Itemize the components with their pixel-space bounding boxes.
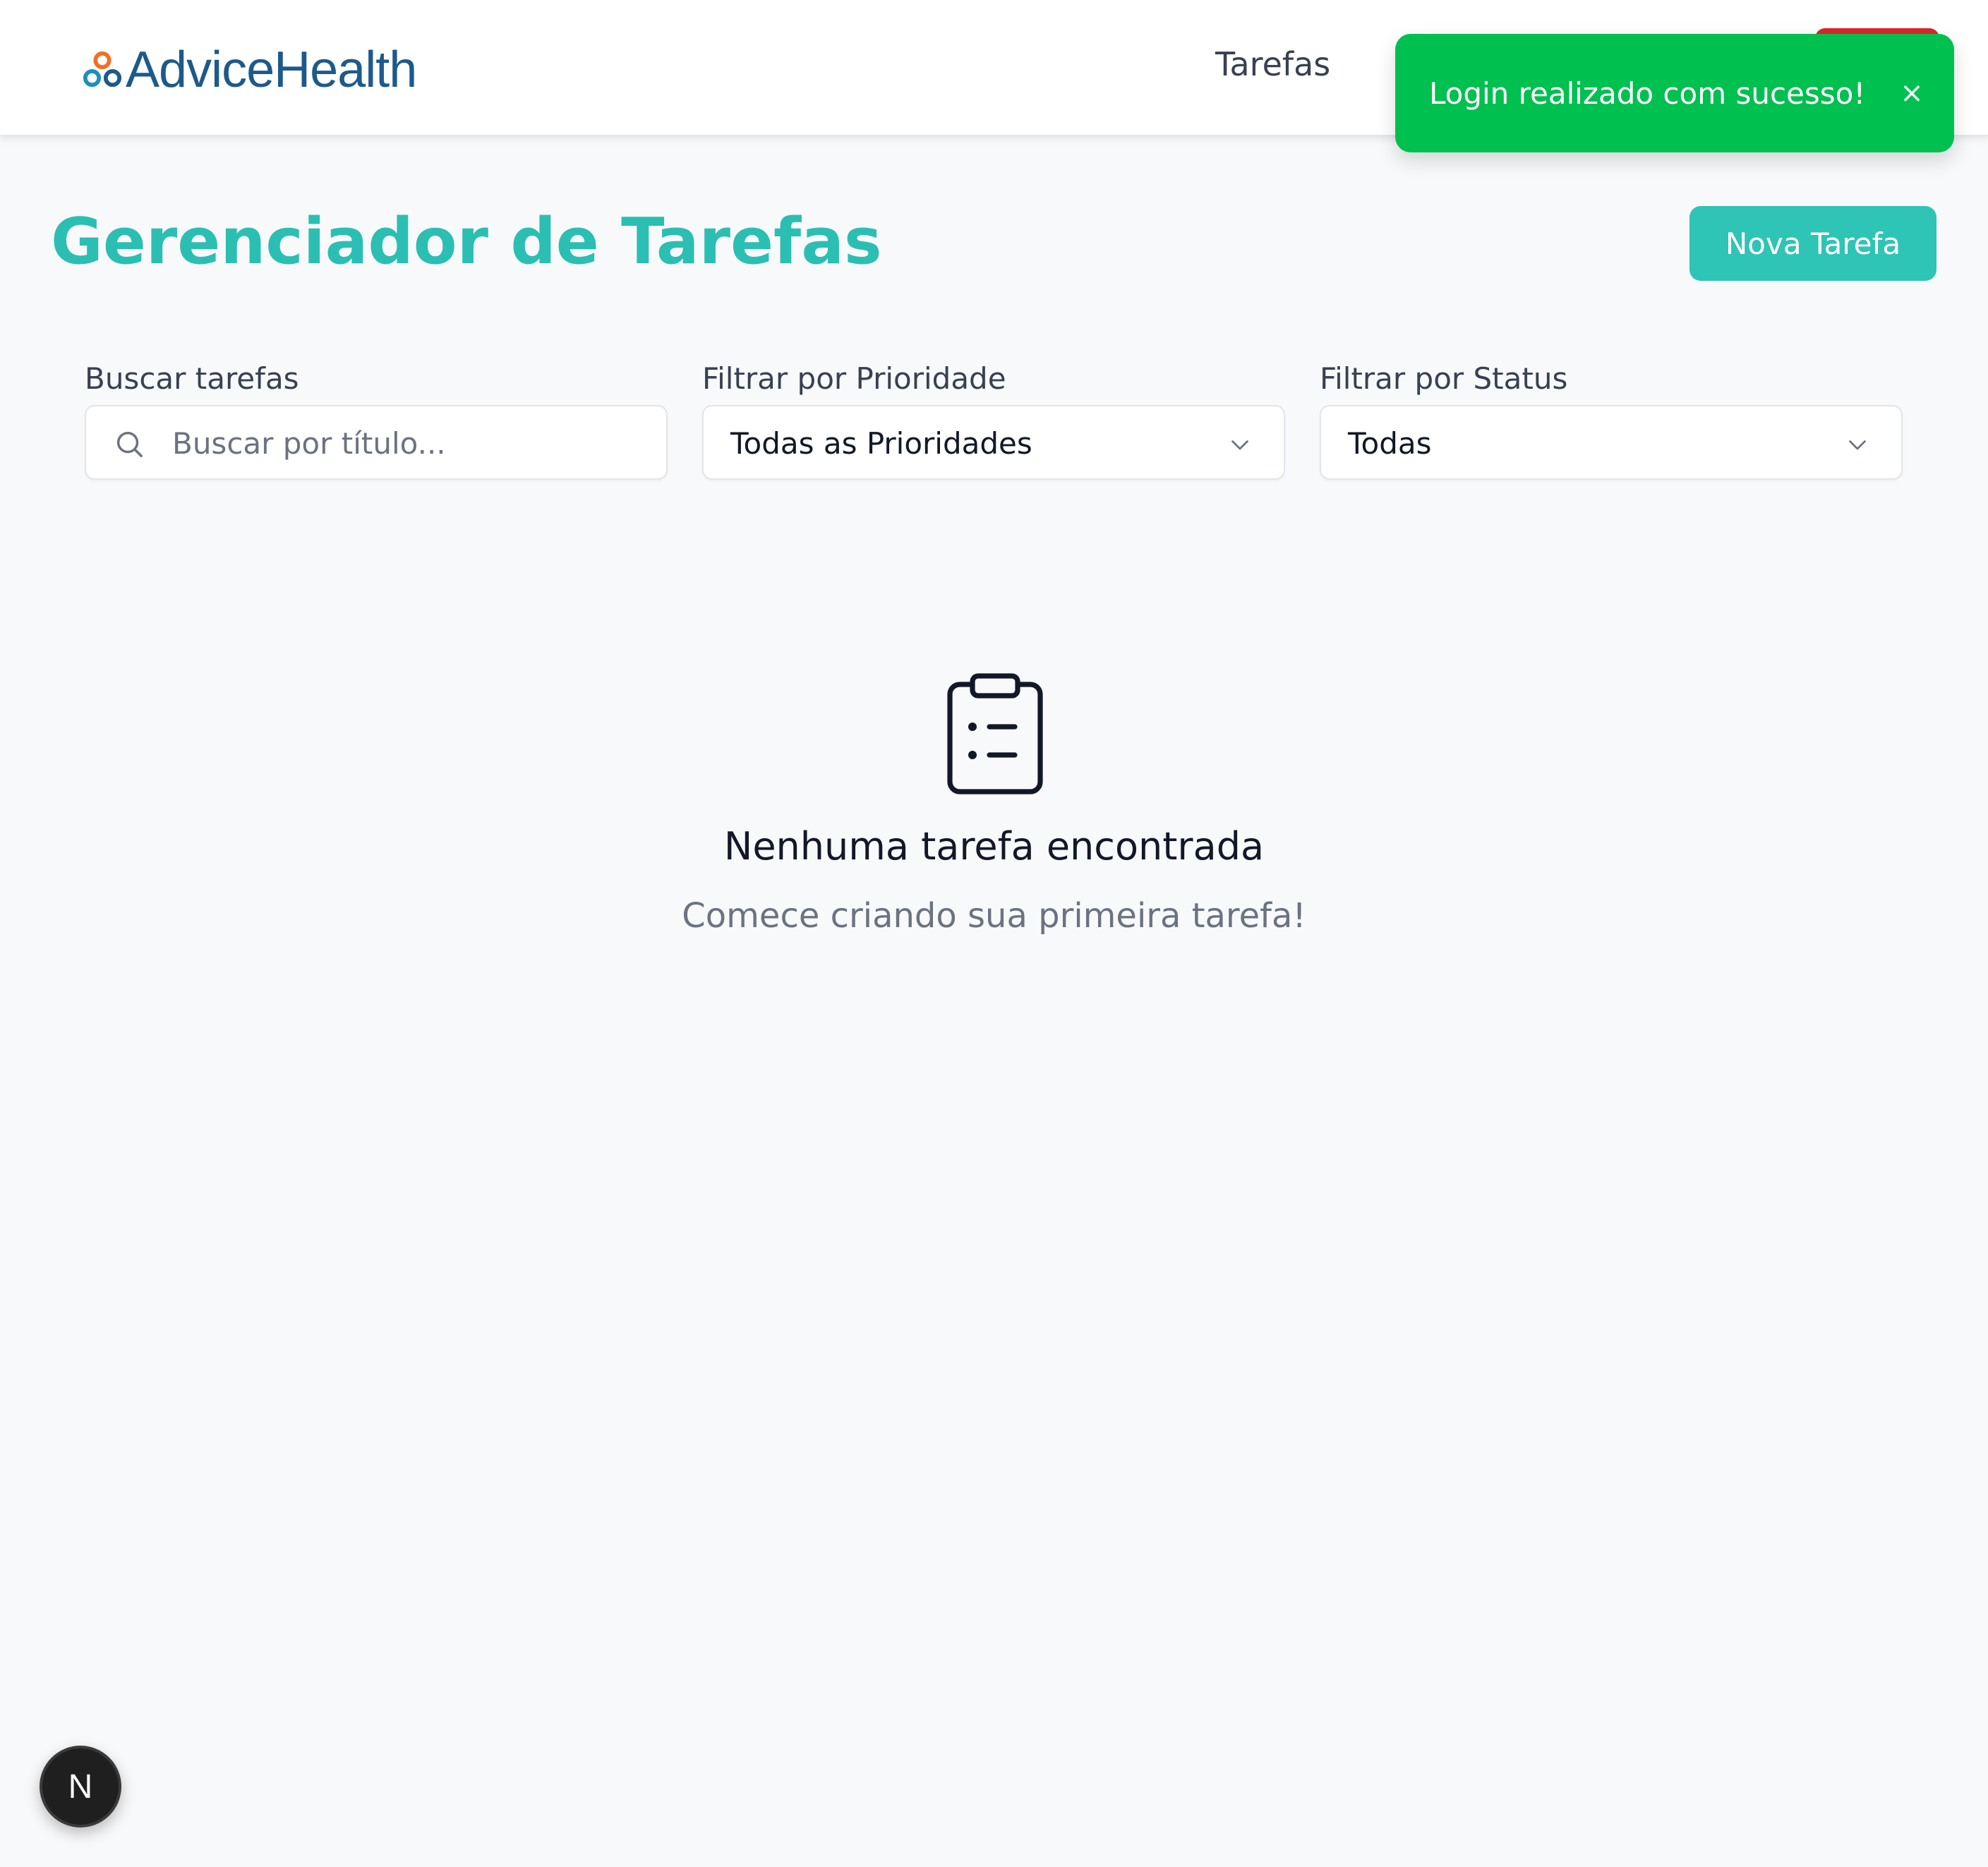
search-input[interactable]: Buscar por título... (85, 405, 668, 480)
page-title: Gerenciador de Tarefas (51, 205, 882, 279)
nextjs-devtools-badge[interactable]: N (40, 1746, 121, 1827)
priority-select[interactable]: Todas as Prioridades (702, 405, 1285, 480)
nav-link-tasks[interactable]: Tarefas (1215, 45, 1330, 83)
search-icon (116, 431, 143, 457)
clipboard-list-icon (947, 673, 1043, 794)
empty-state-title: Nenhuma tarefa encontrada (723, 824, 1265, 869)
advicehealth-logo-icon (83, 51, 122, 87)
chevron-down-icon (1231, 440, 1248, 450)
toast-close-icon[interactable]: × (1892, 73, 1932, 113)
success-toast: Login realizado com sucesso! × (1395, 34, 1954, 152)
status-select[interactable]: Todas (1320, 405, 1903, 480)
chevron-down-icon (1849, 440, 1866, 450)
brand-name: AdviceHealth (126, 42, 417, 98)
priority-selected-value: Todas as Prioridades (730, 426, 1032, 461)
search-label: Buscar tarefas (85, 361, 299, 396)
priority-filter-label: Filtrar por Prioridade (702, 361, 1006, 396)
status-filter-label: Filtrar por Status (1320, 361, 1568, 396)
empty-state-subtitle: Comece criando sua primeira tarefa! (682, 896, 1306, 936)
search-placeholder: Buscar por título... (172, 426, 446, 461)
status-selected-value: Todas (1348, 426, 1432, 461)
brand-logo[interactable]: AdviceHealth (82, 38, 417, 102)
toast-message: Login realizado com sucesso! (1429, 75, 1866, 111)
new-task-button[interactable]: Nova Tarefa (1689, 206, 1936, 281)
